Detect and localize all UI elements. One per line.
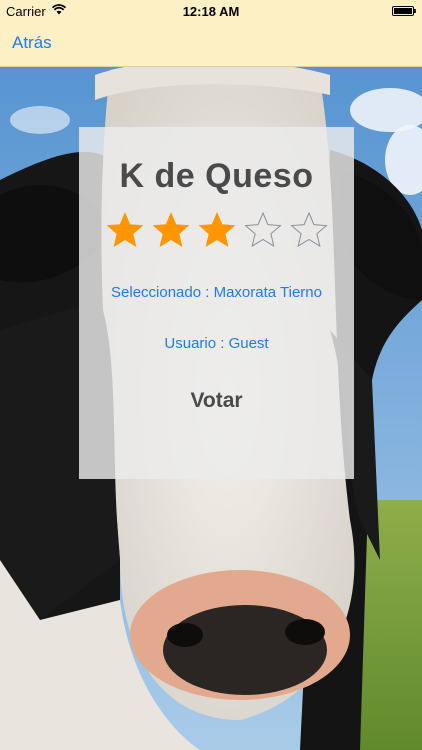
status-bar: Carrier 12:18 AM bbox=[0, 0, 422, 22]
navigation-bar: Atrás bbox=[0, 22, 422, 66]
star-outline-icon[interactable] bbox=[289, 211, 328, 249]
vote-button[interactable]: Votar bbox=[180, 385, 252, 417]
selected-cheese-label: Seleccionado : Maxorata Tierno bbox=[111, 284, 322, 301]
top-bar: Carrier 12:18 AM Atrás bbox=[0, 0, 422, 67]
star-filled-icon[interactable] bbox=[198, 211, 236, 249]
back-button[interactable]: Atrás bbox=[12, 33, 52, 53]
battery-icon bbox=[392, 6, 416, 16]
star-rating[interactable] bbox=[79, 211, 354, 251]
rating-card: K de Queso Seleccionado : Maxorata Tiern… bbox=[79, 127, 354, 479]
star-outline-icon[interactable] bbox=[243, 211, 282, 249]
clock-time: 12:18 AM bbox=[182, 4, 240, 19]
user-label: Usuario : Guest bbox=[164, 335, 269, 352]
cheese-shop-title: K de Queso bbox=[119, 157, 314, 195]
star-filled-icon[interactable] bbox=[106, 211, 144, 249]
star-filled-icon[interactable] bbox=[152, 211, 190, 249]
